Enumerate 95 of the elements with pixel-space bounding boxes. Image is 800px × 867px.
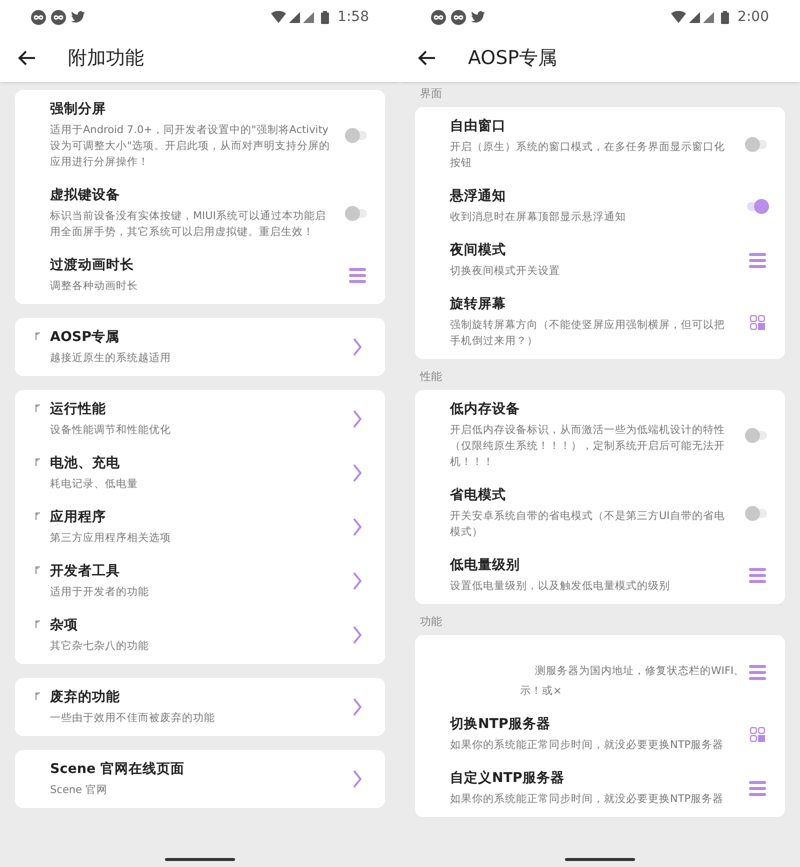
setting-description: 收到消息时在屏幕顶部显示悬浮通知 xyxy=(450,210,627,225)
page-title: 附加功能 xyxy=(68,46,144,71)
app-notification-icon xyxy=(451,10,466,24)
app-notification-icon xyxy=(31,10,46,24)
setting-description: 第三方应用程序相关选项 xyxy=(50,531,172,546)
section-header: 功能 xyxy=(419,614,443,629)
setting-title: 电池、充电 xyxy=(50,454,121,472)
setting-description: 开启（原生）系统的窗口模式，在多任务界面显示窗口化按钮 xyxy=(450,140,726,171)
setting-description: 越接近原生的系统越适用 xyxy=(50,351,172,366)
corner-arrow-icon xyxy=(35,404,41,412)
toggle-switch[interactable] xyxy=(345,127,369,143)
back-arrow-icon xyxy=(418,50,436,66)
setting-description: 测服务器为国内地址，修复状态栏的WIFI、 xyxy=(535,664,745,679)
menu-icon[interactable] xyxy=(748,664,766,680)
section-header: 性能 xyxy=(418,369,443,384)
menu-icon[interactable] xyxy=(348,268,366,282)
setting-title: 切换NTP服务器 xyxy=(450,715,552,733)
setting-title: 应用程序 xyxy=(50,508,107,526)
setting-title: 自定义NTP服务器 xyxy=(450,769,566,787)
wifi-icon xyxy=(670,11,686,23)
setting-description: 标识当前设备没有实体按键，MIUI系统可以通过本功能启用全面屏手势，其它系统可以启用虚拟键。重启生效！ xyxy=(50,209,327,240)
setting-title: 省电模式 xyxy=(450,486,507,504)
setting-title: 悬浮通知 xyxy=(450,187,507,205)
setting-title: 杂项 xyxy=(50,616,79,634)
setting-title: 强制分屏 xyxy=(50,100,107,118)
wifi-icon xyxy=(270,11,286,23)
setting-description: 示！或× xyxy=(520,684,562,699)
signal-icon xyxy=(688,12,700,22)
corner-arrow-icon xyxy=(35,332,41,340)
app-notification-icon xyxy=(51,10,66,24)
setting-description: 如果你的系统能正常同步时间，就没必要更换NTP服务器 xyxy=(450,792,725,807)
signal-icon xyxy=(288,12,300,22)
home-indicator xyxy=(165,858,235,861)
menu-icon[interactable] xyxy=(748,568,766,582)
setting-description: 开关安卓系统自带的省电模式（不是第三方UI自带的省电模式） xyxy=(450,509,726,540)
setting-title: AOSP专属 xyxy=(50,328,121,346)
battery-icon xyxy=(320,10,329,24)
setting-title: 低内存设备 xyxy=(450,400,521,418)
menu-icon[interactable] xyxy=(748,780,766,796)
corner-arrow-icon xyxy=(35,692,41,700)
toggle-switch[interactable] xyxy=(745,136,769,152)
setting-title: 废弃的功能 xyxy=(50,688,121,706)
setting-title: 运行性能 xyxy=(50,400,107,418)
chevron-right-icon[interactable] xyxy=(352,338,362,356)
section-header: 界面 xyxy=(419,86,443,101)
page-title: AOSP专属 xyxy=(468,46,558,71)
setting-title: 开发者工具 xyxy=(50,562,121,580)
back-arrow-icon xyxy=(18,50,36,66)
chevron-right-icon[interactable] xyxy=(352,518,362,536)
setting-description: 设备性能调节和性能优化 xyxy=(50,423,172,438)
setting-description: 调整各种动画时长 xyxy=(50,279,139,294)
chevron-right-icon[interactable] xyxy=(352,464,362,482)
toggle-switch[interactable] xyxy=(745,427,769,443)
setting-title: 旋转屏幕 xyxy=(450,295,507,313)
setting-description: 切换夜间模式开关设置 xyxy=(450,264,561,279)
grid-icon[interactable] xyxy=(750,726,764,742)
setting-description: 一些由于效用不佳而被废弃的功能 xyxy=(50,711,216,726)
setting-title: Scene 官网在线页面 xyxy=(50,760,186,778)
bird-icon xyxy=(471,11,485,23)
battery-icon xyxy=(720,10,729,24)
setting-description: 如果你的系统能正常同步时间，就没必要更换NTP服务器 xyxy=(450,738,725,753)
corner-arrow-icon xyxy=(35,458,41,466)
setting-description: 其它杂七杂八的功能 xyxy=(50,639,150,654)
chevron-right-icon[interactable] xyxy=(352,770,362,788)
setting-title: 夜间模式 xyxy=(450,241,507,259)
setting-description: 耗电记录、低电量 xyxy=(50,477,139,492)
chevron-right-icon[interactable] xyxy=(352,410,362,428)
chevron-right-icon[interactable] xyxy=(352,698,362,716)
toggle-switch[interactable] xyxy=(745,505,769,521)
toggle-switch[interactable] xyxy=(745,198,769,214)
corner-arrow-icon xyxy=(35,512,41,520)
corner-arrow-icon xyxy=(35,620,41,628)
setting-description: Scene 官网 xyxy=(50,783,108,798)
signal-icon xyxy=(302,12,314,22)
chevron-right-icon[interactable] xyxy=(352,626,362,644)
chevron-right-icon[interactable] xyxy=(352,572,362,590)
setting-title: 虚拟键设备 xyxy=(50,186,121,204)
clock-time: 2:00 xyxy=(738,8,769,26)
menu-icon[interactable] xyxy=(748,252,766,268)
clock-time: 1:58 xyxy=(338,8,369,26)
setting-title: 自由窗口 xyxy=(450,117,507,135)
setting-title: 过渡动画时长 xyxy=(50,256,135,274)
setting-description: 适用于开发者的功能 xyxy=(50,585,150,600)
setting-description: 开启低内存设备标识，从而激活一些为低端机设计的特性（仅限纯原生系统！！！），定制系统开启后可能无法开机！！！ xyxy=(450,423,726,470)
home-indicator xyxy=(565,858,635,861)
setting-description: 强制旋转屏幕方向（不能使竖屏应用强制横屏，但可以把手机倒过来用？） xyxy=(450,318,726,349)
bird-icon xyxy=(71,11,85,23)
grid-icon[interactable] xyxy=(750,314,764,330)
setting-description: 设置低电量级别，以及触发低电量模式的级别 xyxy=(450,579,671,594)
app-notification-icon xyxy=(431,10,446,24)
corner-arrow-icon xyxy=(35,566,41,574)
setting-title: 低电量级别 xyxy=(450,556,521,574)
signal-icon xyxy=(702,12,714,22)
setting-description: 适用于Android 7.0+，同开发者设置中的"强制将Activity设为可调整大小"选项。开启此项，从而对声明支持分屏的应用进行分屏操作！ xyxy=(50,123,331,170)
toggle-switch[interactable] xyxy=(345,205,369,221)
